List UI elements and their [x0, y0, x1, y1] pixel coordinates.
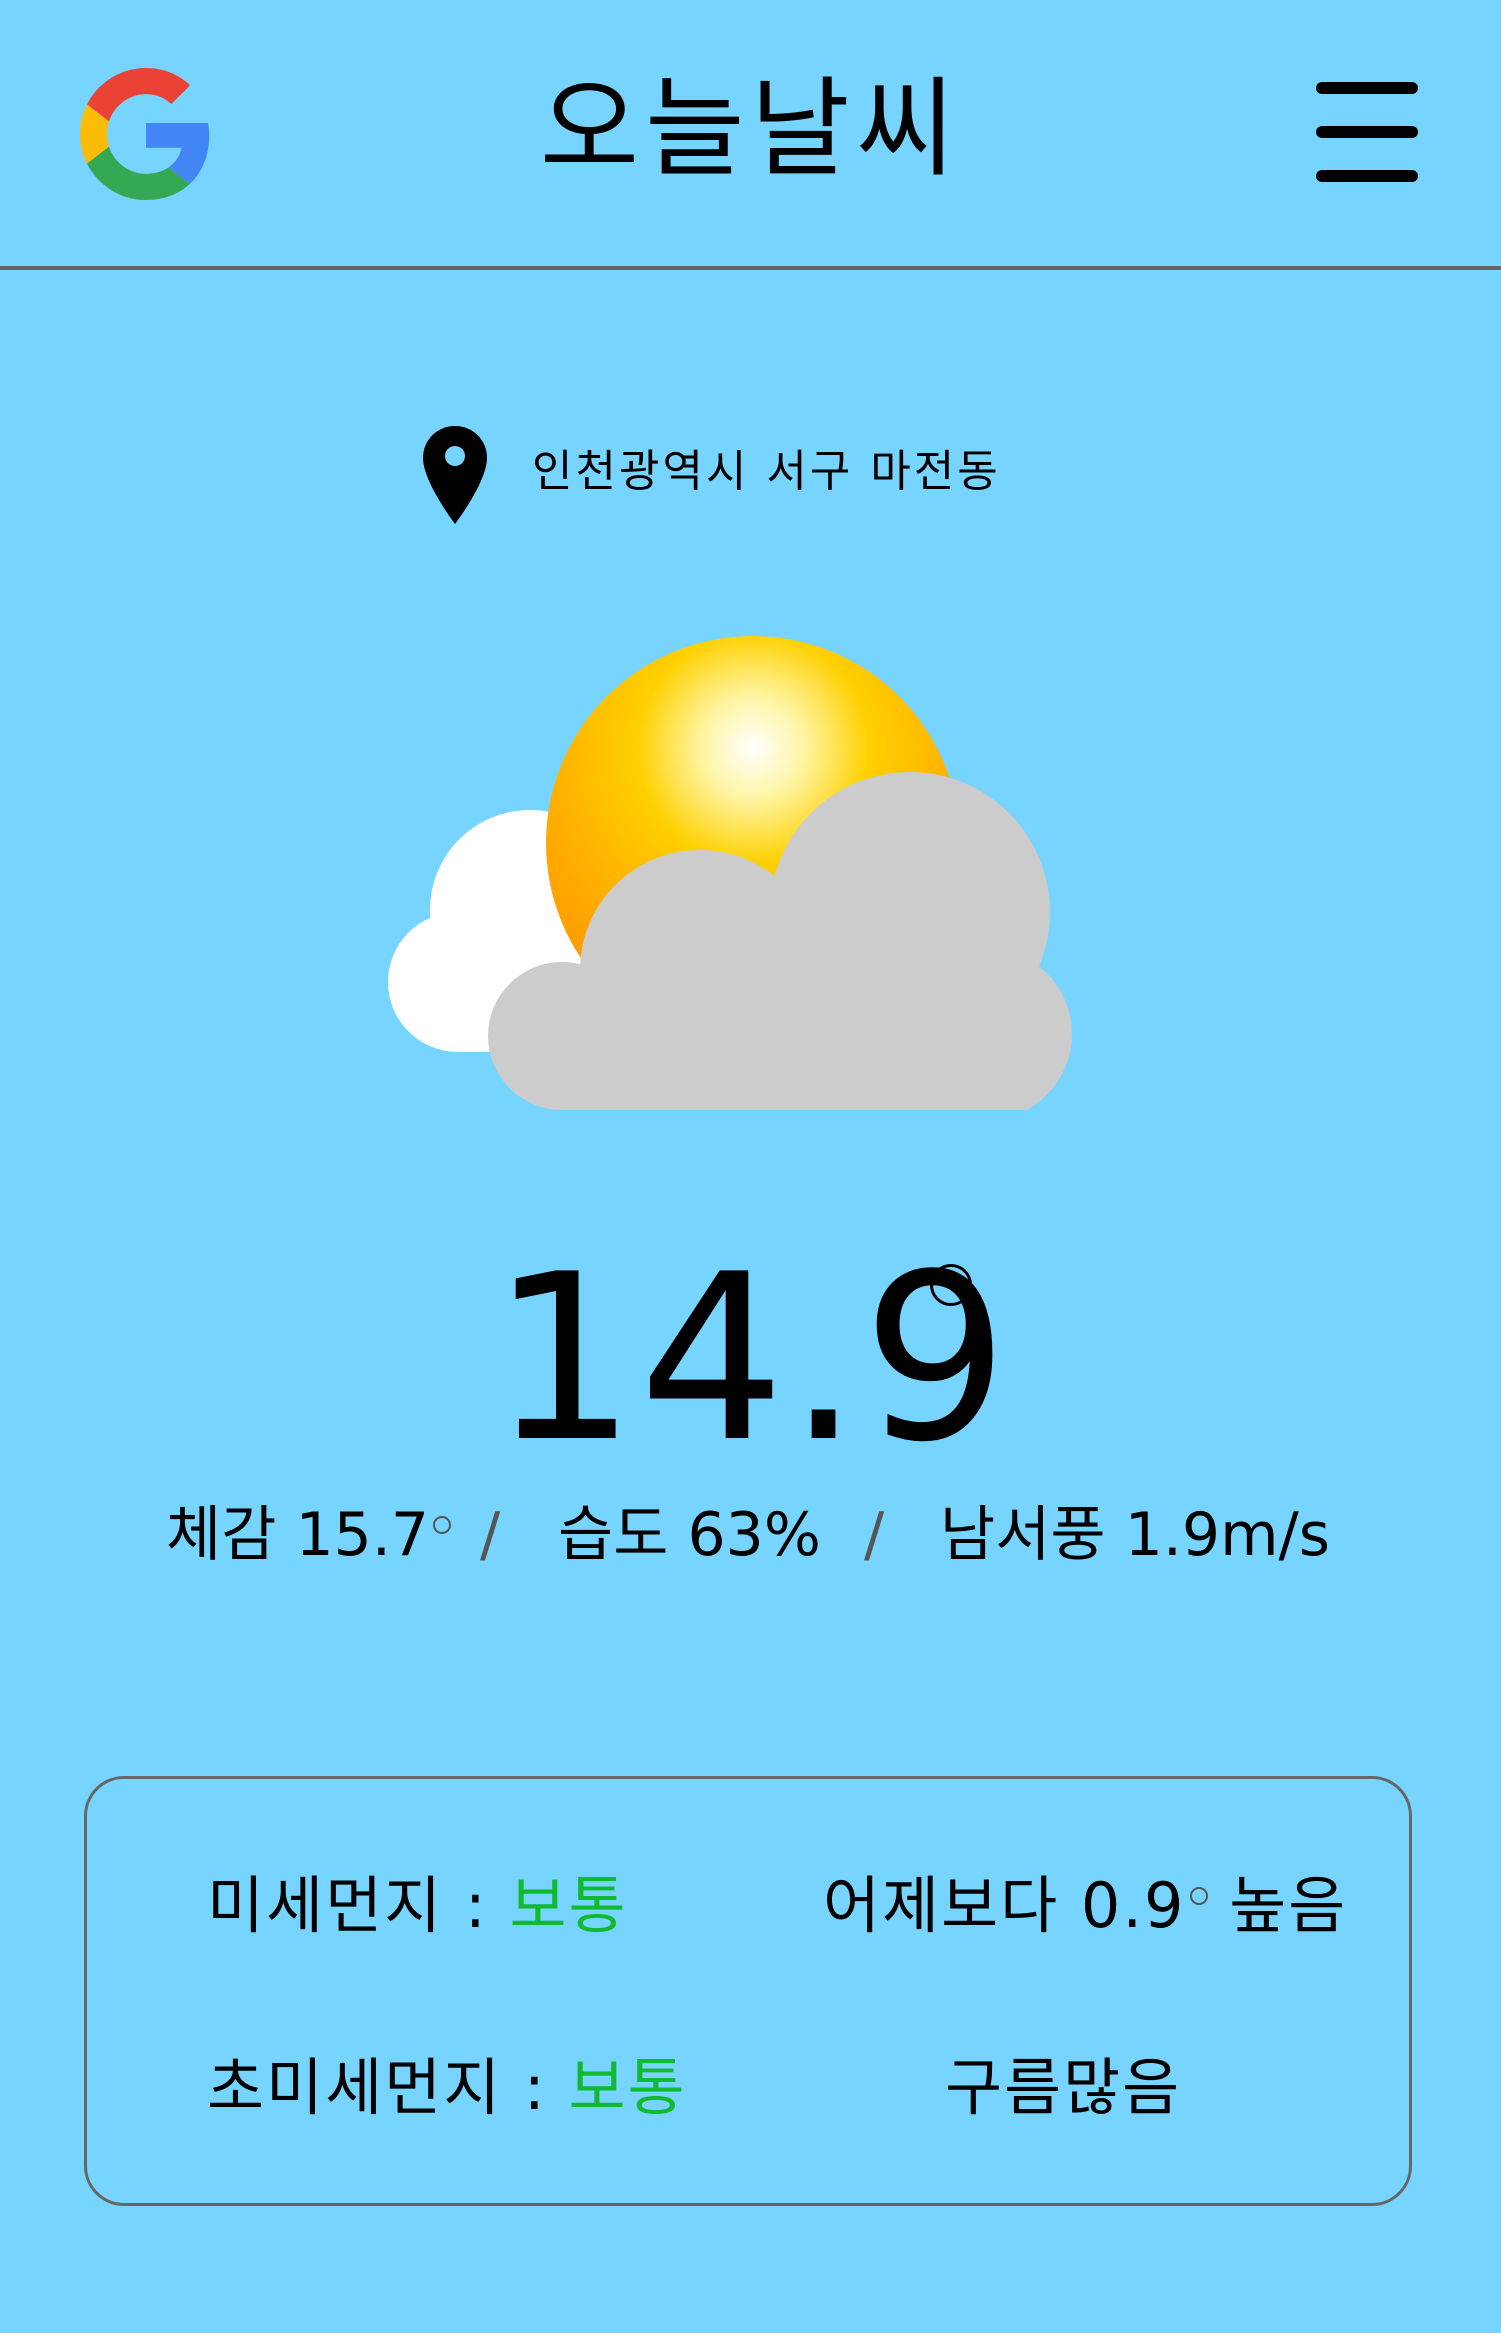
location-text: 인천광역시 서구 마전동: [532, 446, 1001, 497]
humidity-value: 63%: [687, 1500, 821, 1570]
temperature-comparison: 어제보다 0.9 높음: [823, 1861, 1347, 1951]
map-pin-icon: [423, 426, 487, 524]
ultrafine-dust-value: 보통: [568, 2051, 687, 2124]
weather-details: 체감 15.7 / 습도 63% / 남서풍 1.9m/s: [0, 1490, 1501, 1580]
ultrafine-dust-row: 초미세먼지 : 보통: [207, 2043, 687, 2133]
header-divider: [0, 266, 1501, 270]
compare-suffix: 높음: [1229, 1869, 1348, 1942]
compare-value: 0.9: [1080, 1869, 1186, 1942]
humidity: 습도 63%: [558, 1490, 821, 1580]
current-temperature: 14.9: [0, 1220, 1501, 1500]
humidity-label: 습도: [558, 1500, 669, 1570]
feels-like-value: 15.7: [295, 1500, 430, 1570]
degree-symbol: [433, 1516, 452, 1534]
feels-like-label: 체감: [166, 1500, 277, 1570]
wind: 남서풍 1.9m/s: [940, 1490, 1330, 1580]
air-quality-panel: 미세먼지 : 보통 어제보다 0.9 높음 초미세먼지 : 보통 구름많음: [84, 1776, 1412, 2206]
degree-symbol: [930, 1264, 972, 1306]
temperature-value: 14.9: [490, 1226, 1011, 1493]
app-header: 오늘날씨: [0, 0, 1501, 268]
compare-prefix: 어제보다: [823, 1869, 1060, 1942]
separator: /: [480, 1500, 501, 1570]
sun-behind-clouds-icon: [388, 636, 1072, 1110]
fine-dust-label: 미세먼지 :: [207, 1869, 488, 1942]
feels-like: 체감 15.7: [166, 1490, 452, 1580]
page-title: 오늘날씨: [539, 67, 962, 192]
hamburger-menu-icon[interactable]: [1316, 80, 1418, 184]
degree-symbol: [1189, 1887, 1208, 1906]
wind-direction: 남서풍: [940, 1500, 1106, 1570]
fine-dust-row: 미세먼지 : 보통: [207, 1861, 628, 1951]
sky-condition: 구름많음: [945, 2051, 1182, 2124]
ultrafine-dust-label: 초미세먼지 :: [207, 2051, 547, 2124]
fine-dust-value: 보통: [509, 1869, 628, 1942]
separator: /: [864, 1500, 885, 1570]
location-row[interactable]: 인천광역시 서구 마전동: [420, 420, 1120, 530]
wind-speed: 1.9m/s: [1124, 1500, 1331, 1570]
